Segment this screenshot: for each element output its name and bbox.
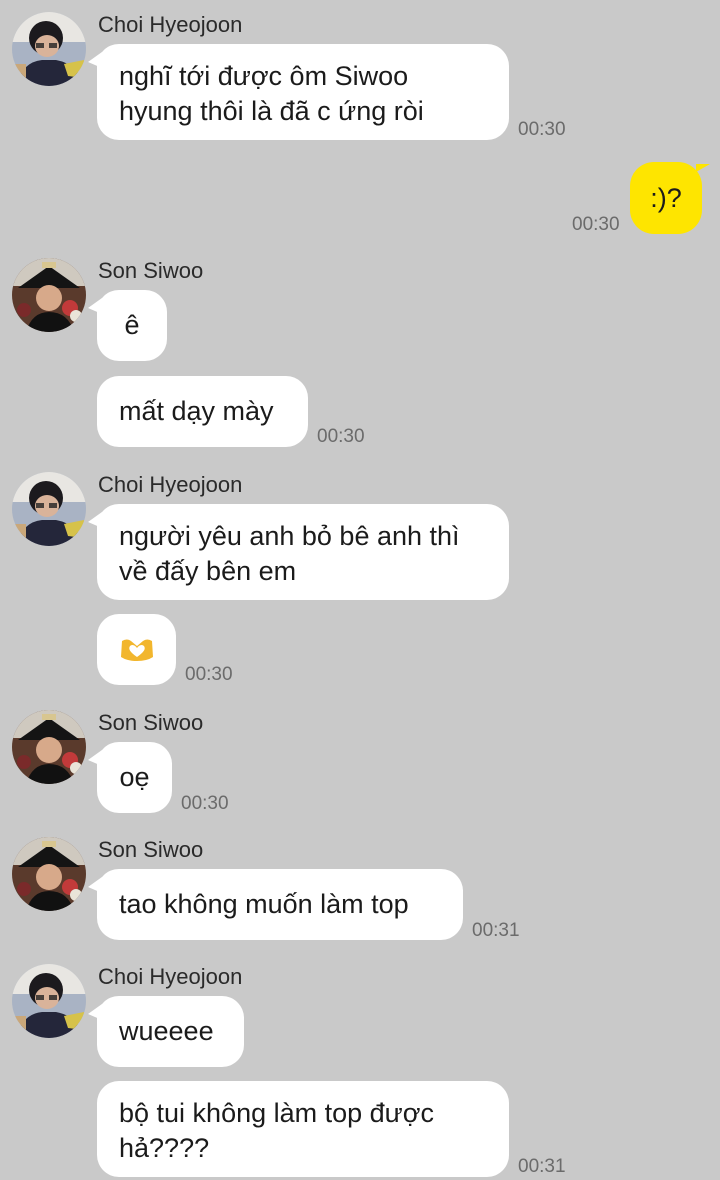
message-bubble[interactable]: nghĩ tới được ôm Siwoo hyung thôi là đã … <box>88 44 509 140</box>
message-timestamp: 00:31 <box>518 1156 566 1177</box>
avatar-choi-hyeojoon[interactable] <box>12 12 86 86</box>
my-message-bubble[interactable]: :)? <box>630 162 710 234</box>
message-text-line: bộ tui không làm top được <box>119 1098 434 1128</box>
sender-name: Choi Hyeojoon <box>98 12 243 37</box>
avatar-photo-choi <box>12 964 86 1038</box>
message-timestamp: 00:30 <box>317 426 365 447</box>
message-text: ê <box>124 310 140 340</box>
message-text-line: nghĩ tới được ôm Siwoo <box>119 61 409 91</box>
message-text-line: hyung thôi là đã c ứng ròi <box>119 96 424 126</box>
sender-name: Son Siwoo <box>98 258 204 283</box>
message-text: :)? <box>650 183 682 213</box>
message-bubble[interactable]: wueeee <box>88 996 244 1067</box>
sender-name: Choi Hyeojoon <box>98 472 243 497</box>
message-text: wueeee <box>119 1016 214 1046</box>
message-text-line: về đấy bên em <box>119 556 297 586</box>
avatar-photo-choi <box>12 472 86 546</box>
message-bubble[interactable]: oẹ <box>88 742 172 813</box>
message-bubble[interactable]: bộ tui không làm top được hả???? <box>97 1081 509 1177</box>
message-timestamp: 00:30 <box>181 793 229 814</box>
message-bubble[interactable]: mất dạy mày <box>97 376 308 447</box>
sender-name: Son Siwoo <box>98 837 204 862</box>
message-text: mất dạy mày <box>119 396 274 426</box>
sender-name: Son Siwoo <box>98 710 204 735</box>
message-timestamp: 00:30 <box>185 664 233 685</box>
message-timestamp: 00:30 <box>572 214 620 235</box>
message-text-line: người yêu anh bỏ bê anh thì <box>119 521 460 551</box>
avatar-photo-son <box>12 710 86 784</box>
sender-name: Choi Hyeojoon <box>98 964 243 989</box>
avatar-son-siwoo[interactable] <box>12 258 86 332</box>
avatar-son-siwoo[interactable] <box>12 710 86 784</box>
emoji-message-bubble[interactable] <box>97 614 176 685</box>
avatar-photo-choi <box>12 12 86 86</box>
message-text-line: hả???? <box>119 1133 210 1163</box>
avatar-son-siwoo[interactable] <box>12 837 86 911</box>
message-text: oẹ <box>119 762 150 792</box>
message-text: tao không muốn làm top <box>119 889 409 919</box>
avatar-choi-hyeojoon[interactable] <box>12 472 86 546</box>
message-bubble[interactable]: tao không muốn làm top <box>88 869 463 940</box>
message-bubble[interactable]: ê <box>88 290 167 361</box>
message-bubble[interactable]: người yêu anh bỏ bê anh thì về đấy bên e… <box>88 504 509 600</box>
avatar-choi-hyeojoon[interactable] <box>12 964 86 1038</box>
avatar-photo-son <box>12 258 86 332</box>
message-timestamp: 00:30 <box>518 119 566 140</box>
heart-hands-icon <box>120 639 153 661</box>
avatar-photo-son <box>12 837 86 911</box>
message-timestamp: 00:31 <box>472 920 520 941</box>
